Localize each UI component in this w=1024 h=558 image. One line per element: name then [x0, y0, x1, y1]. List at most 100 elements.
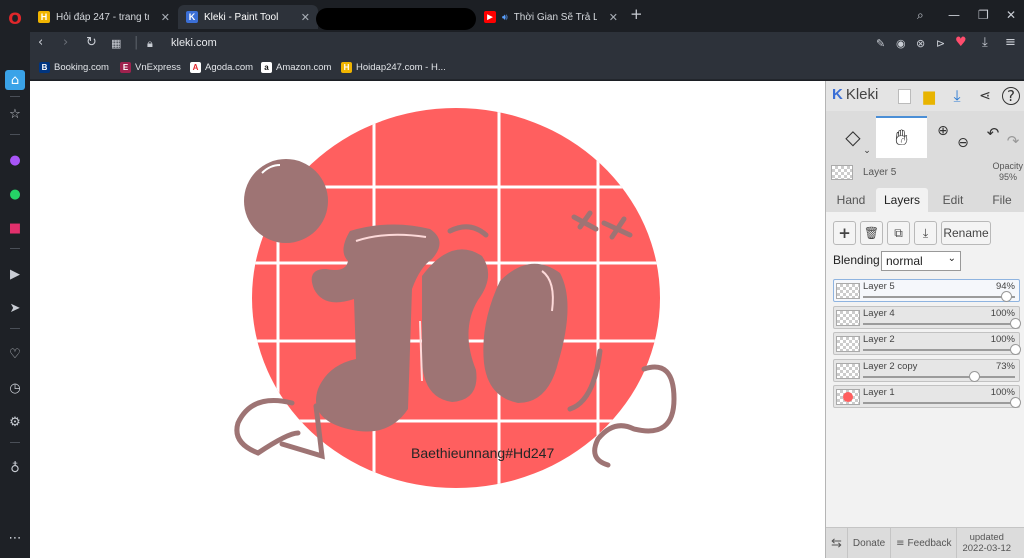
sidebar-divider [10, 96, 20, 97]
youtube-favicon-icon: ▶ [484, 11, 496, 23]
messenger-icon[interactable]: ● [5, 150, 25, 170]
close-window-icon[interactable]: ✕ [1006, 8, 1016, 22]
tab-layers[interactable]: Layers [876, 188, 928, 212]
download-save-icon[interactable]: ⤓ [947, 86, 967, 106]
open-folder-icon[interactable]: ▆ [919, 86, 939, 106]
whatsapp-icon[interactable]: ● [5, 184, 25, 204]
feedback-icon: ≡ [896, 537, 905, 549]
bookmarks-bar: B Booking.com E VnExpress A Agoda.com a Amaz… [30, 56, 1024, 80]
camera-icon[interactable]: ◉ [896, 37, 906, 50]
settings-icon[interactable]: ⚙ [5, 412, 25, 432]
bookmark-booking[interactable]: B Booking.com [39, 62, 109, 73]
url-field[interactable]: kleki.com [171, 37, 217, 49]
opacity-slider-track[interactable] [863, 375, 1015, 378]
history-icon[interactable]: ◷ [5, 378, 25, 398]
delete-layer-icon[interactable]: 🗑︎ [860, 221, 883, 245]
donate-label: Donate [852, 537, 886, 549]
layer-row[interactable]: Layer 5 94% [833, 279, 1020, 302]
close-tab-icon[interactable]: ✕ [161, 11, 170, 24]
back-icon[interactable]: ‹ [38, 35, 43, 50]
kleki-logo-icon: K [832, 86, 843, 103]
block-icon[interactable]: ⊗ [916, 37, 925, 50]
opacity-slider-knob[interactable] [1010, 397, 1021, 408]
forward-icon[interactable]: › [63, 35, 68, 50]
donate-link[interactable]: Donate [848, 527, 892, 558]
tab-youtube[interactable]: ▶ 🔊︎ Thời Gian Sẽ Trả Lời ( R ✕ [476, 5, 626, 29]
edit-icon[interactable]: ✎ [876, 37, 885, 50]
add-layer-button[interactable]: + [833, 221, 856, 245]
tool-row: ◇ ⌄ ✋︎ ⊕ ⊖ ↶ ↷ [826, 116, 1024, 158]
duplicate-layer-icon[interactable]: ⧉ [887, 221, 910, 245]
send-icon[interactable]: ➤ [5, 298, 25, 318]
signature-text: Baethieunnang#Hd247 [411, 445, 555, 461]
rename-button[interactable]: Rename [941, 221, 991, 245]
hand-tool-icon[interactable]: ✋︎ [876, 116, 927, 158]
close-tab-icon[interactable]: ✕ [301, 11, 310, 24]
opacity-slider-track[interactable] [863, 296, 1015, 298]
chevron-down-icon: ⌄ [947, 253, 956, 264]
undo-icon[interactable]: ↶ [982, 112, 1004, 154]
zoom-out-icon[interactable]: ⊖ [952, 122, 974, 164]
menu-icon[interactable]: ≡ [1005, 35, 1016, 50]
new-tab-button[interactable]: + [630, 5, 643, 23]
divider-icon: | [134, 35, 139, 50]
close-tab-icon[interactable]: ✕ [609, 11, 618, 24]
bookmark-label: VnExpress [135, 62, 181, 73]
opacity-slider-track[interactable] [863, 402, 1015, 404]
opacity-slider-knob[interactable] [968, 370, 980, 382]
layer-row[interactable]: Layer 4 100% [833, 305, 1021, 329]
download-icon[interactable]: ⤓ [982, 35, 988, 50]
kleki-logo[interactable]: K Kleki [832, 86, 878, 103]
opacity-slider-knob[interactable] [1000, 291, 1012, 302]
tab-file[interactable]: File [980, 188, 1024, 212]
redo-icon[interactable]: ↷ [1002, 120, 1024, 162]
tab-kleki[interactable]: K Kleki - Paint Tool ✕ [178, 5, 318, 29]
merge-down-icon[interactable]: ⤓ [914, 221, 937, 245]
instagram-icon[interactable]: ■ [5, 218, 25, 238]
opera-logo-icon[interactable]: O [5, 8, 25, 28]
bookmark-vnexpress[interactable]: E VnExpress [120, 62, 181, 73]
bookmark-label: Agoda.com [205, 62, 254, 73]
more-icon[interactable]: ⋯ [5, 528, 25, 548]
amazon-icon: a [261, 62, 272, 73]
layer-row[interactable]: Layer 1 100% [833, 385, 1021, 408]
minimize-icon[interactable]: — [948, 8, 960, 22]
feedback-link[interactable]: ≡ Feedback [891, 527, 958, 558]
heart-bookmark-icon[interactable]: ♥ [955, 35, 967, 50]
search-icon[interactable]: ⌕ [917, 8, 924, 23]
brown-dot [244, 159, 328, 243]
help-icon[interactable]: ? [1002, 87, 1020, 105]
drawing-canvas[interactable]: Baethieunnang#Hd247 [30, 81, 825, 558]
blending-select[interactable]: normal ⌄ [881, 251, 961, 271]
opacity-slider-track[interactable] [863, 349, 1015, 351]
reload-icon[interactable]: ↻ [86, 35, 97, 50]
swap-side-icon[interactable]: ⇆ [826, 527, 848, 558]
opacity-slider-track[interactable] [863, 322, 1015, 325]
lightbulb-icon[interactable]: ♁ [5, 458, 25, 478]
bookmark-amazon[interactable]: a Amazon.com [261, 62, 331, 73]
layer-row[interactable]: Layer 2 100% [833, 332, 1021, 355]
feedback-label: Feedback [907, 537, 952, 549]
layer-row[interactable]: Layer 2 copy 73% [833, 358, 1020, 382]
bookmark-agoda[interactable]: A Agoda.com [190, 62, 253, 73]
opera-sidebar: O ⌂ ☆ ● ● ■ ▶ ➤ ♡ ◷ ⚙ ♁ ⋯ [0, 0, 30, 558]
share-icon[interactable]: ⋖ [975, 86, 995, 106]
flow-icon[interactable]: ⊳ [936, 37, 945, 50]
star-icon[interactable]: ☆ [5, 104, 25, 124]
speed-dial-icon[interactable]: ▦ [111, 37, 121, 50]
tab-hand[interactable]: Hand [828, 188, 874, 212]
address-bar: ‹ › ↻ ▦ | 🔒︎ kleki.com ✎ ◉ ⊗ ⊳ ♥ ⤓ ≡ [30, 32, 1024, 56]
bookmark-hoidap[interactable]: H Hoidap247.com - H... [341, 62, 446, 73]
home-icon[interactable]: ⌂ [5, 70, 25, 90]
vnexpress-icon: E [120, 62, 131, 73]
heart-icon[interactable]: ♡ [5, 344, 25, 364]
restore-icon[interactable]: ❐ [978, 8, 989, 22]
layer-name: Layer 4 [863, 307, 895, 319]
zoom-in-icon[interactable]: ⊕ [932, 110, 954, 152]
opacity-slider-knob[interactable] [1010, 344, 1021, 355]
tab-hoidap[interactable]: H Hỏi đáp 247 - trang tra loi ✕ [30, 5, 178, 29]
new-image-button[interactable] [894, 86, 914, 106]
opacity-slider-knob[interactable] [1010, 317, 1021, 329]
player-icon[interactable]: ▶ [5, 264, 25, 284]
tab-edit[interactable]: Edit [930, 188, 976, 212]
